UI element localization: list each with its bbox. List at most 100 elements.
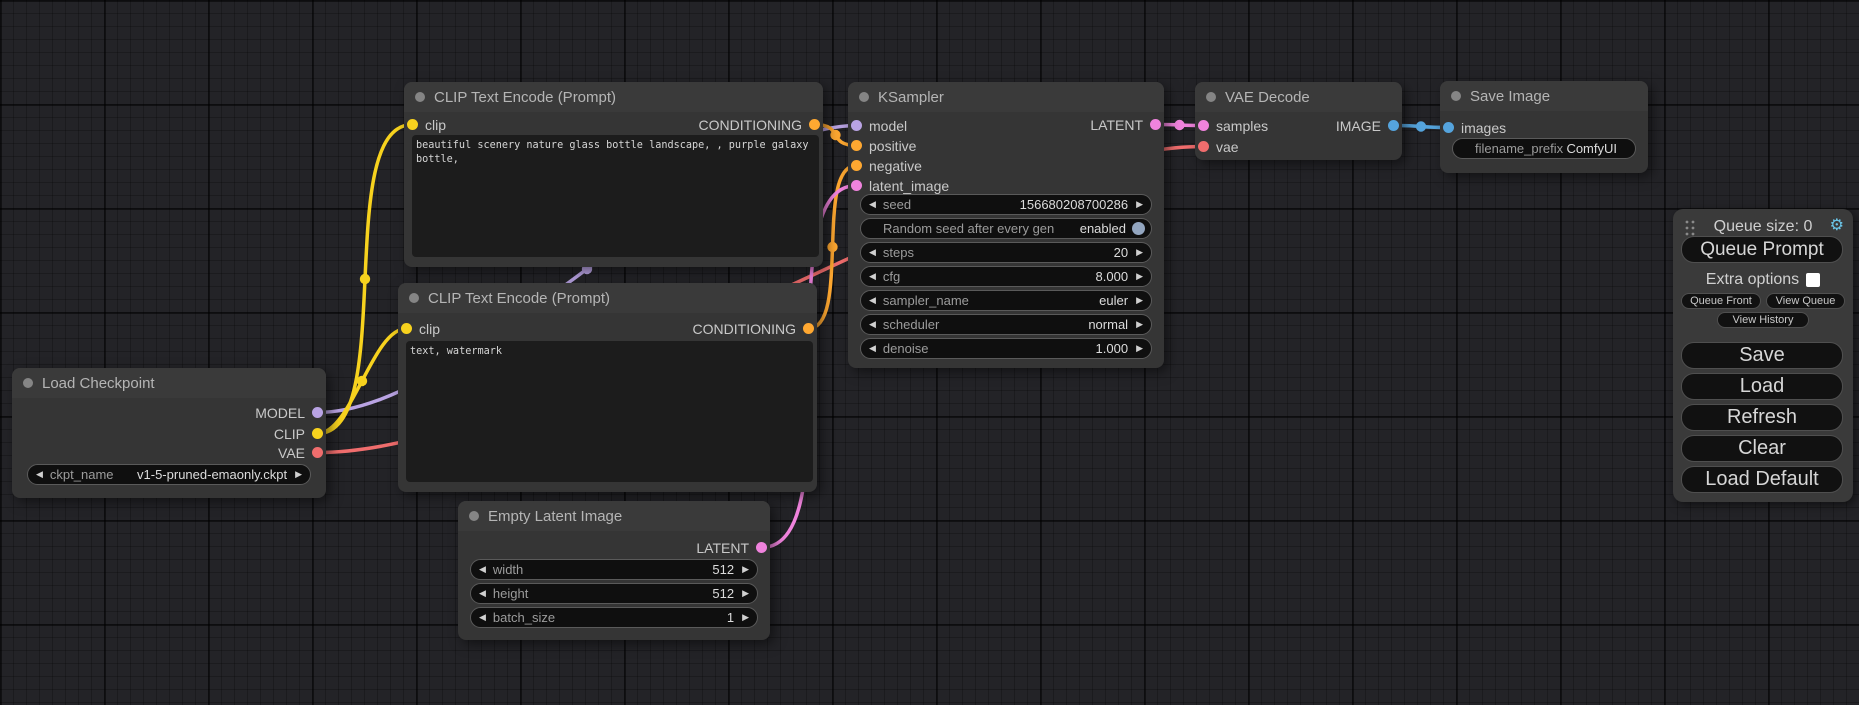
widget-value: normal: [1088, 317, 1128, 332]
widget-value: 1.000: [1096, 341, 1129, 356]
increment-arrow-icon[interactable]: ▶: [742, 613, 749, 622]
latent-output-dot[interactable]: [1150, 119, 1161, 130]
node-title-bar[interactable]: VAE Decode: [1195, 82, 1402, 112]
samples-input-dot[interactable]: [1198, 120, 1209, 131]
prompt-textarea[interactable]: text, watermark: [406, 341, 813, 482]
clip-input-dot[interactable]: [407, 119, 418, 130]
random-seed-widget[interactable]: Random seed after every gen enabled: [860, 218, 1152, 239]
conditioning-output-dot[interactable]: [803, 323, 814, 334]
cfg-widget[interactable]: ◀ cfg 8.000 ▶: [860, 266, 1152, 287]
clear-button[interactable]: Clear: [1681, 435, 1843, 462]
node-collapse-dot-icon[interactable]: [1206, 92, 1216, 102]
port-label: positive: [869, 138, 916, 154]
node-title-bar[interactable]: CLIP Text Encode (Prompt): [398, 283, 817, 313]
negative-input-dot[interactable]: [851, 160, 862, 171]
latent-output-dot[interactable]: [756, 542, 767, 553]
prompt-textarea[interactable]: beautiful scenery nature glass bottle la…: [412, 135, 819, 257]
increment-arrow-icon[interactable]: ▶: [1136, 248, 1143, 257]
extra-options-checkbox[interactable]: [1806, 273, 1820, 287]
increment-arrow-icon[interactable]: ▶: [1136, 344, 1143, 353]
decrement-arrow-icon[interactable]: ◀: [869, 272, 876, 281]
save-button[interactable]: Save: [1681, 342, 1843, 369]
node-collapse-dot-icon[interactable]: [1451, 91, 1461, 101]
node-collapse-dot-icon[interactable]: [409, 293, 419, 303]
seed-widget[interactable]: ◀ seed 156680208700286 ▶: [860, 194, 1152, 215]
images-input-dot[interactable]: [1443, 122, 1454, 133]
load-button[interactable]: Load: [1681, 373, 1843, 400]
filename-prefix-widget[interactable]: filename_prefix ComfyUI: [1452, 138, 1636, 159]
latent-image-input-dot[interactable]: [851, 180, 862, 191]
node-ksampler[interactable]: KSampler model LATENT positive negative …: [848, 82, 1164, 368]
node-title-bar[interactable]: Save Image: [1440, 81, 1648, 111]
widget-value: enabled: [1080, 221, 1126, 236]
increment-arrow-icon[interactable]: ▶: [1136, 320, 1143, 329]
node-title-bar[interactable]: Load Checkpoint: [12, 368, 326, 398]
node-graph-canvas[interactable]: { "icons": {"arrow_left":"◀","arrow_righ…: [0, 0, 1859, 705]
conditioning-output-dot[interactable]: [809, 119, 820, 130]
increment-arrow-icon[interactable]: ▶: [1136, 296, 1143, 305]
decrement-arrow-icon[interactable]: ◀: [869, 248, 876, 257]
port-label: samples: [1216, 118, 1268, 134]
clip-input-dot[interactable]: [401, 323, 412, 334]
increment-arrow-icon[interactable]: ▶: [295, 470, 302, 479]
increment-arrow-icon[interactable]: ▶: [742, 589, 749, 598]
widget-value: 1: [727, 610, 734, 625]
steps-widget[interactable]: ◀ steps 20 ▶: [860, 242, 1152, 263]
node-collapse-dot-icon[interactable]: [859, 92, 869, 102]
view-history-button[interactable]: View History: [1717, 312, 1809, 328]
node-collapse-dot-icon[interactable]: [23, 378, 33, 388]
node-load-checkpoint[interactable]: Load Checkpoint MODEL CLIP VAE ◀ ckpt_na…: [12, 368, 326, 498]
queue-front-button[interactable]: Queue Front: [1681, 293, 1761, 309]
node-title-bar[interactable]: KSampler: [848, 82, 1164, 112]
ckpt-name-widget[interactable]: ◀ ckpt_name v1-5-pruned-emaonly.ckpt ▶: [27, 464, 311, 485]
increment-arrow-icon[interactable]: ▶: [1136, 200, 1143, 209]
model-output-dot[interactable]: [312, 407, 323, 418]
load-default-button[interactable]: Load Default: [1681, 466, 1843, 493]
denoise-widget[interactable]: ◀ denoise 1.000 ▶: [860, 338, 1152, 359]
sampler-name-widget[interactable]: ◀ sampler_name euler ▶: [860, 290, 1152, 311]
node-save-image[interactable]: Save Image images filename_prefix ComfyU…: [1440, 81, 1648, 173]
decrement-arrow-icon[interactable]: ◀: [869, 200, 876, 209]
decrement-arrow-icon[interactable]: ◀: [869, 344, 876, 353]
input-model: model: [851, 117, 907, 134]
node-collapse-dot-icon[interactable]: [469, 511, 479, 521]
port-label: VAE: [278, 445, 305, 461]
decrement-arrow-icon[interactable]: ◀: [479, 565, 486, 574]
vae-output-dot[interactable]: [312, 447, 323, 458]
node-empty-latent-image[interactable]: Empty Latent Image LATENT ◀ width 512 ▶ …: [458, 501, 770, 640]
widget-value: 8.000: [1096, 269, 1129, 284]
decrement-arrow-icon[interactable]: ◀: [479, 589, 486, 598]
queue-prompt-button[interactable]: Queue Prompt: [1681, 236, 1843, 263]
widget-value: 156680208700286: [1020, 197, 1128, 212]
increment-arrow-icon[interactable]: ▶: [742, 565, 749, 574]
node-vae-decode[interactable]: VAE Decode samples IMAGE vae: [1195, 82, 1402, 160]
refresh-button[interactable]: Refresh: [1681, 404, 1843, 431]
node-title: VAE Decode: [1225, 89, 1310, 106]
vae-input-dot[interactable]: [1198, 141, 1209, 152]
node-collapse-dot-icon[interactable]: [415, 92, 425, 102]
node-title-bar[interactable]: CLIP Text Encode (Prompt): [404, 82, 823, 112]
batch-size-widget[interactable]: ◀ batch_size 1 ▶: [470, 607, 758, 628]
input-vae: vae: [1198, 138, 1239, 155]
model-input-dot[interactable]: [851, 120, 862, 131]
port-label: MODEL: [255, 405, 305, 421]
node-clip-text-encode-negative[interactable]: CLIP Text Encode (Prompt) clip CONDITION…: [398, 283, 817, 492]
decrement-arrow-icon[interactable]: ◀: [479, 613, 486, 622]
view-queue-button[interactable]: View Queue: [1766, 293, 1845, 309]
image-output-dot[interactable]: [1388, 120, 1399, 131]
scheduler-widget[interactable]: ◀ scheduler normal ▶: [860, 314, 1152, 335]
toggle-dot-icon[interactable]: [1132, 222, 1145, 235]
output-conditioning: CONDITIONING: [693, 320, 814, 337]
settings-gear-icon[interactable]: ⚙: [1830, 215, 1844, 235]
positive-input-dot[interactable]: [851, 140, 862, 151]
decrement-arrow-icon[interactable]: ◀: [36, 470, 43, 479]
decrement-arrow-icon[interactable]: ◀: [869, 296, 876, 305]
height-widget[interactable]: ◀ height 512 ▶: [470, 583, 758, 604]
node-title-bar[interactable]: Empty Latent Image: [458, 501, 770, 531]
output-clip: CLIP: [274, 425, 323, 442]
increment-arrow-icon[interactable]: ▶: [1136, 272, 1143, 281]
node-clip-text-encode-positive[interactable]: CLIP Text Encode (Prompt) clip CONDITION…: [404, 82, 823, 267]
clip-output-dot[interactable]: [312, 428, 323, 439]
width-widget[interactable]: ◀ width 512 ▶: [470, 559, 758, 580]
decrement-arrow-icon[interactable]: ◀: [869, 320, 876, 329]
